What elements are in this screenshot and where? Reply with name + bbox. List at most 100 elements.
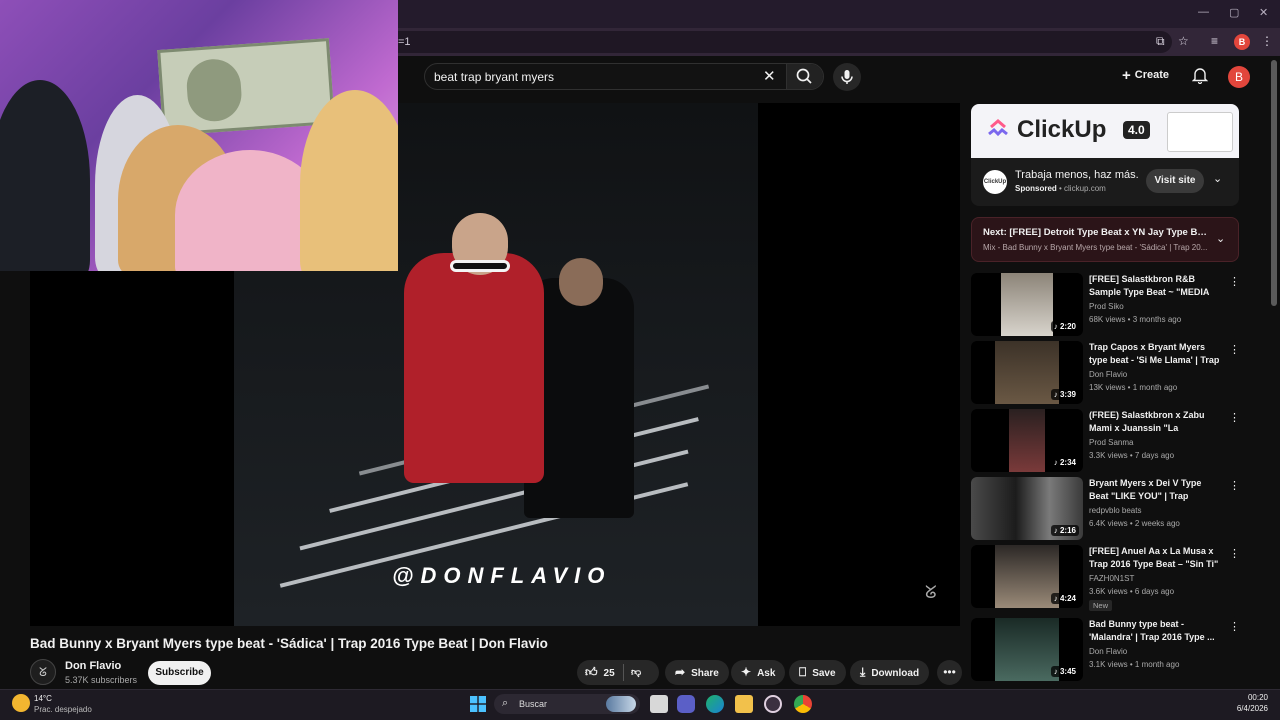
like-dislike-group: 👍︎ 25 👎︎	[577, 660, 659, 685]
save-button[interactable]: ⎕ Save	[789, 660, 846, 685]
more-vertical-icon[interactable]: ⋮	[1229, 620, 1240, 633]
channel-name[interactable]: Prod Sanma	[1089, 438, 1133, 447]
account-avatar[interactable]: B	[1228, 66, 1250, 88]
sponsored-label: Sponsored	[1015, 184, 1057, 193]
ad-screenshot-image	[1167, 112, 1233, 152]
ad-advertiser-icon: ClickUp	[983, 170, 1007, 194]
video-title[interactable]: Bryant Myers x Dei V Type Beat "LIKE YOU…	[1089, 477, 1221, 503]
list-item[interactable]: ♪ 3:45 Bad Bunny type beat - 'Malandra' …	[971, 618, 1240, 681]
video-thumbnail[interactable]: ♪ 2:34	[971, 409, 1083, 472]
video-title[interactable]: [FREE] Salastkbron R&B Sample Type Beat …	[1089, 273, 1221, 299]
download-icon: ⤓	[860, 665, 866, 679]
browser-profile-avatar[interactable]: B	[1234, 34, 1250, 50]
bookmark-icon: ⎕	[799, 665, 807, 679]
channel-name[interactable]: Prod Siko	[1089, 302, 1124, 311]
notifications-button[interactable]	[1191, 66, 1209, 89]
maximize-button[interactable]: ▢	[1229, 6, 1239, 19]
channel-name[interactable]: Don Flavio	[1089, 370, 1127, 379]
like-button[interactable]: 👍︎ 25	[585, 665, 615, 679]
visit-site-button[interactable]: Visit site	[1146, 169, 1204, 193]
video-meta: 3.6K views • 6 days ago	[1089, 587, 1175, 596]
video-duration: ♪ 3:45	[1050, 666, 1079, 677]
list-item[interactable]: ♪ 3:39 Trap Capos x Bryant Myers type be…	[971, 341, 1240, 404]
search-button[interactable]	[786, 64, 823, 89]
more-vertical-icon[interactable]: ⋮	[1229, 479, 1240, 492]
list-item[interactable]: ♪ 2:34 (FREE) Salastkbron x Zabu Mami x …	[971, 409, 1240, 472]
video-watermark: @DONFLAVIO	[392, 563, 612, 588]
clear-search-icon[interactable]: ✕	[763, 67, 776, 85]
bookmark-star-icon[interactable]: ☆	[1178, 34, 1189, 48]
close-window-button[interactable]: ✕	[1259, 6, 1268, 19]
ask-button[interactable]: ✦ Ask	[731, 660, 786, 685]
channel-name[interactable]: FAZH0N1ST	[1089, 574, 1134, 583]
channel-avatar[interactable]: ᘜ	[30, 659, 56, 685]
browser-menu-icon[interactable]: ⋮	[1261, 34, 1273, 48]
create-button[interactable]: + Create	[1122, 67, 1169, 84]
edge-icon[interactable]	[706, 695, 724, 713]
voice-search-button[interactable]	[833, 63, 861, 91]
video-thumbnail[interactable]: ♪ 4:24	[971, 545, 1083, 608]
more-vertical-icon[interactable]: ⋮	[1229, 547, 1240, 560]
list-item[interactable]: ♪ 4:24 [FREE] Anuel Aa x La Musa x Trap …	[971, 545, 1240, 611]
more-actions-button[interactable]: •••	[937, 660, 962, 685]
ad-version: 4.0	[1123, 121, 1150, 139]
channel-name[interactable]: Don Flavio	[65, 660, 121, 672]
search-query-text: beat trap bryant myers	[434, 70, 555, 84]
thumbs-down-icon: 👎︎	[631, 667, 642, 678]
obs-icon[interactable]	[764, 695, 782, 713]
more-vertical-icon[interactable]: ⋮	[1229, 411, 1240, 424]
channel-watermark-icon[interactable]: ᘜ	[925, 582, 937, 603]
video-meta: 13K views • 1 month ago	[1089, 383, 1178, 392]
video-thumbnail[interactable]: ♪ 2:16	[971, 477, 1083, 540]
video-thumbnail[interactable]: ♪ 3:45	[971, 618, 1083, 681]
more-vertical-icon[interactable]: ⋮	[1229, 275, 1240, 288]
ad-banner[interactable]: ClickUp 4.0	[971, 104, 1239, 158]
next-up-card[interactable]: Next: [FREE] Detroit Type Beat x YN Jay …	[971, 217, 1239, 262]
weather-icon[interactable]	[12, 694, 30, 712]
next-up-subtitle: Mix - Bad Bunny x Bryant Myers type beat…	[983, 243, 1208, 252]
task-view-icon[interactable]	[650, 695, 668, 713]
media-control-icon[interactable]: ≡	[1211, 34, 1218, 48]
thumbs-up-icon: 👍︎	[585, 665, 598, 679]
address-bar[interactable]	[330, 31, 1172, 53]
video-meta: 3.1K views • 1 month ago	[1089, 660, 1180, 669]
more-horizontal-icon: •••	[943, 665, 956, 679]
video-title[interactable]: (FREE) Salastkbron x Zabu Mami x Juanssi…	[1089, 409, 1221, 435]
sponsored-ad-card[interactable]: ClickUp 4.0 ClickUp Trabaja menos, haz m…	[971, 104, 1239, 206]
channel-name[interactable]: Don Flavio	[1089, 647, 1127, 656]
next-up-title: Next: [FREE] Detroit Type Beat x YN Jay …	[983, 227, 1209, 238]
page-scrollbar[interactable]	[1271, 60, 1277, 306]
teams-icon[interactable]	[677, 695, 695, 713]
video-thumbnail[interactable]: ♪ 3:39	[971, 341, 1083, 404]
video-title[interactable]: Trap Capos x Bryant Myers type beat - 'S…	[1089, 341, 1221, 367]
share-label: Share	[691, 668, 719, 679]
share-icon: ➦	[675, 665, 686, 679]
windows-start-icon[interactable]	[470, 696, 486, 717]
minimize-button[interactable]: —	[1198, 6, 1209, 18]
channel-name[interactable]: redpvblo beats	[1089, 506, 1141, 515]
download-button[interactable]: ⤓ Download	[850, 660, 930, 685]
video-title[interactable]: [FREE] Anuel Aa x La Musa x Trap 2016 Ty…	[1089, 545, 1221, 571]
video-duration: ♪ 2:34	[1050, 457, 1079, 468]
weather-temperature[interactable]: 14°C	[34, 694, 52, 703]
video-thumbnail[interactable]: ♪ 2:20	[971, 273, 1083, 336]
webcam-overlay	[0, 0, 398, 271]
video-duration: ♪ 2:20	[1050, 321, 1079, 332]
chevron-down-icon[interactable]: ⌄	[1213, 172, 1222, 185]
subscribe-button[interactable]: Subscribe	[148, 661, 211, 685]
chrome-icon[interactable]	[794, 695, 812, 713]
clock-date: 6/4/2026	[1236, 704, 1268, 713]
dislike-button[interactable]: 👎︎	[631, 660, 641, 685]
list-item[interactable]: ♪ 2:16 Bryant Myers x Dei V Type Beat "L…	[971, 477, 1240, 540]
taskbar-clock[interactable]: 00:20 6/4/2026	[1228, 693, 1268, 713]
video-duration: ♪ 2:16	[1050, 525, 1079, 536]
list-item[interactable]: ♪ 2:20 [FREE] Salastkbron R&B Sample Typ…	[971, 273, 1240, 336]
download-label: Download	[871, 668, 920, 679]
more-vertical-icon[interactable]: ⋮	[1229, 343, 1240, 356]
video-title[interactable]: Bad Bunny type beat - 'Malandra' | Trap …	[1089, 618, 1221, 644]
file-explorer-icon[interactable]	[735, 695, 753, 713]
share-button[interactable]: ➦ Share	[665, 660, 729, 685]
video-title: Bad Bunny x Bryant Myers type beat - 'Sá…	[30, 636, 548, 651]
chevron-down-icon[interactable]: ⌄	[1216, 232, 1225, 245]
install-app-icon[interactable]: ⧉	[1156, 34, 1165, 49]
